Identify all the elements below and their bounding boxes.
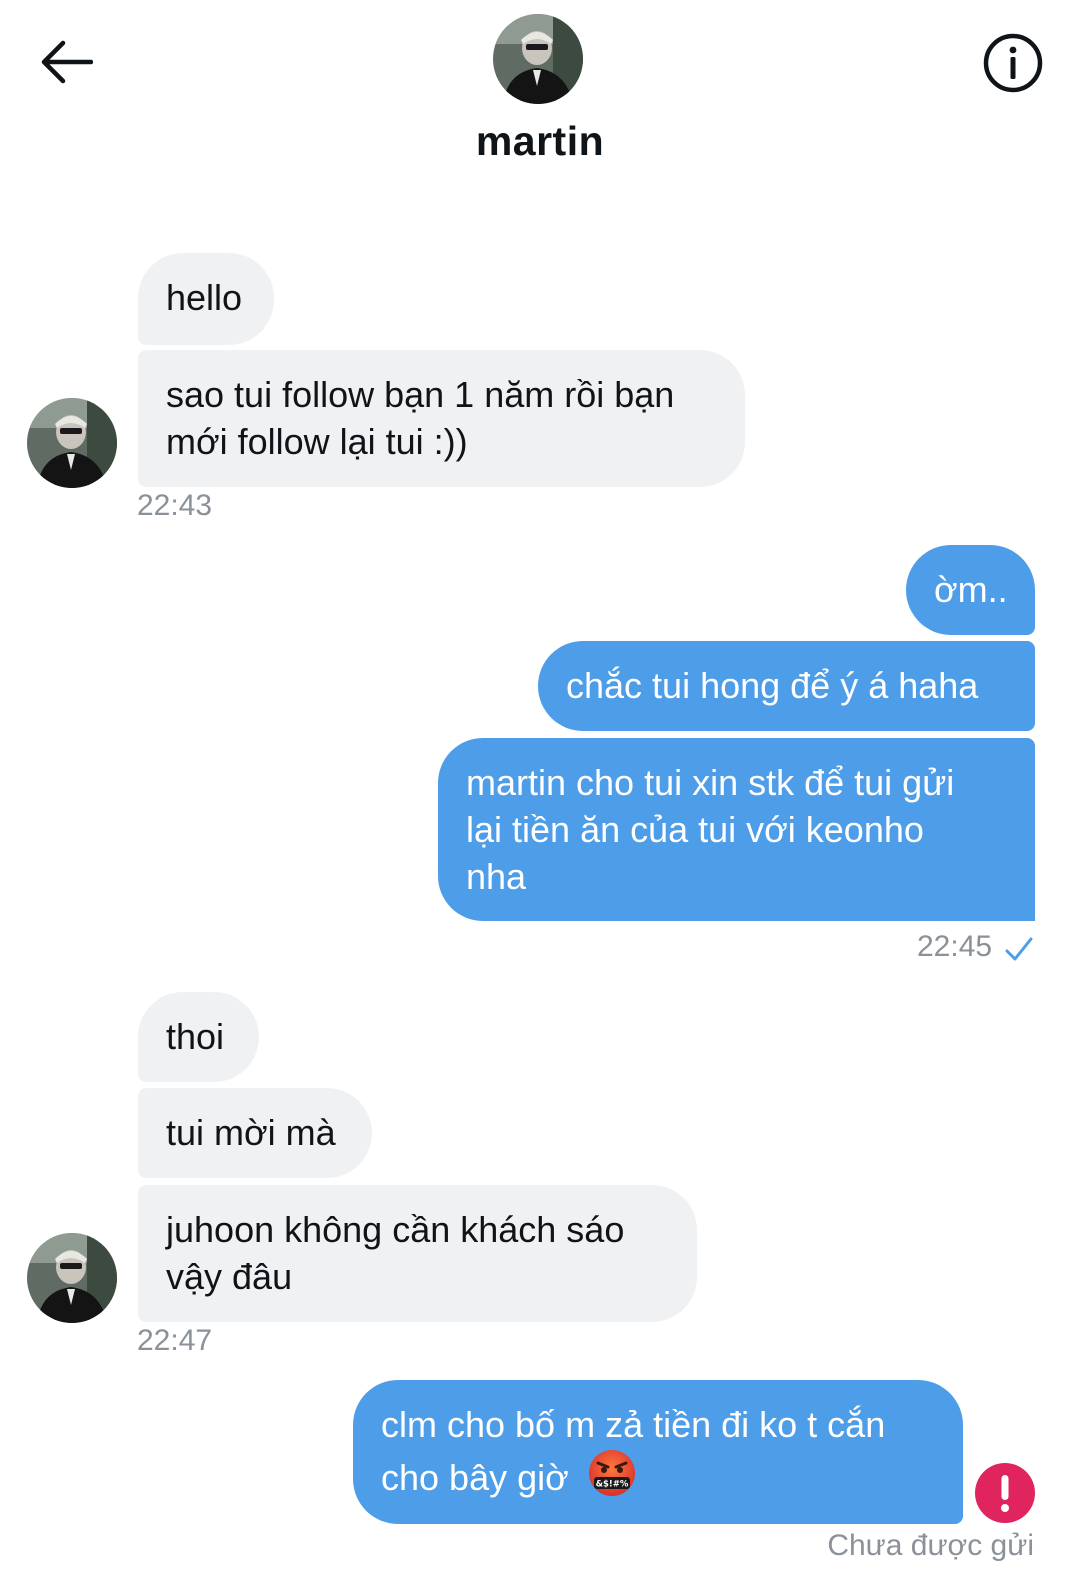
message-text-line: sao tui follow bạn 1 năm rồi bạn — [166, 374, 675, 415]
message-text: tui mời mà — [166, 1112, 336, 1153]
arrow-left-icon — [41, 40, 93, 84]
message-bubble-incoming[interactable]: hello — [138, 253, 274, 345]
message-bubble-incoming[interactable]: tui mời mà — [138, 1088, 372, 1178]
message-bubble-incoming[interactable]: juhoon không cần khách sáo vậy đâu — [138, 1185, 697, 1322]
profile-photo — [27, 398, 117, 488]
sender-avatar[interactable] — [27, 1233, 117, 1323]
svg-text:&$!#%: &$!#% — [595, 1480, 628, 1490]
dm-conversation-screen: martin hello sao tui follow bạn 1 năm rồ… — [0, 0, 1080, 1576]
message-bubble-outgoing[interactable]: chắc tui hong để ý á haha — [538, 641, 1035, 731]
swearing-face-emoji: &$!#% — [588, 1450, 635, 1496]
check-icon — [1005, 937, 1033, 961]
sender-avatar[interactable] — [27, 398, 117, 488]
message-text-line: vậy đâu — [166, 1256, 293, 1297]
message-bubble-outgoing[interactable]: martin cho tui xin stk để tui gửi lại ti… — [438, 738, 1035, 921]
header-avatar[interactable] — [493, 14, 583, 104]
conversation-title[interactable]: martin — [0, 118, 1080, 165]
message-text-line: clm cho bố m zả tiền đi ko t cắn — [381, 1404, 886, 1445]
message-bubble-incoming[interactable]: thoi — [138, 992, 259, 1082]
message-text: thoi — [166, 1016, 225, 1057]
conversation-info-button[interactable] — [982, 32, 1044, 94]
error-exclamation-icon[interactable] — [974, 1462, 1036, 1524]
message-text: ờm.. — [934, 569, 1008, 610]
message-text-line: nha — [466, 856, 527, 897]
message-status-not-sent[interactable]: Chưa được gửi — [827, 1529, 1034, 1563]
message-text-line: martin cho tui xin stk để tui gửi — [466, 762, 955, 803]
message-text-line: cho bây giờ &$!#% — [381, 1448, 935, 1501]
message-text-line: juhoon không cần khách sáo — [166, 1209, 625, 1250]
info-circle-icon — [983, 33, 1043, 93]
message-timestamp: 22:43 — [137, 489, 213, 522]
message-text: hello — [166, 277, 243, 318]
message-timestamp: 22:47 — [137, 1324, 213, 1357]
message-text-line: lại tiền ăn của tui với keonho — [466, 809, 924, 850]
back-button[interactable] — [34, 36, 98, 88]
message-text: chắc tui hong để ý á haha — [566, 665, 979, 706]
message-bubble-outgoing-failed[interactable]: clm cho bố m zả tiền đi ko t cắn cho bây… — [353, 1380, 963, 1524]
message-timestamp: 22:45 — [917, 930, 993, 963]
message-text-line: mới follow lại tui :)) — [166, 421, 468, 462]
message-bubble-incoming[interactable]: sao tui follow bạn 1 năm rồi bạn mới fol… — [138, 350, 745, 487]
profile-photo — [27, 1233, 117, 1323]
message-bubble-outgoing[interactable]: ờm.. — [906, 545, 1035, 635]
message-text: cho bây giờ — [381, 1457, 569, 1498]
profile-photo — [493, 14, 583, 104]
